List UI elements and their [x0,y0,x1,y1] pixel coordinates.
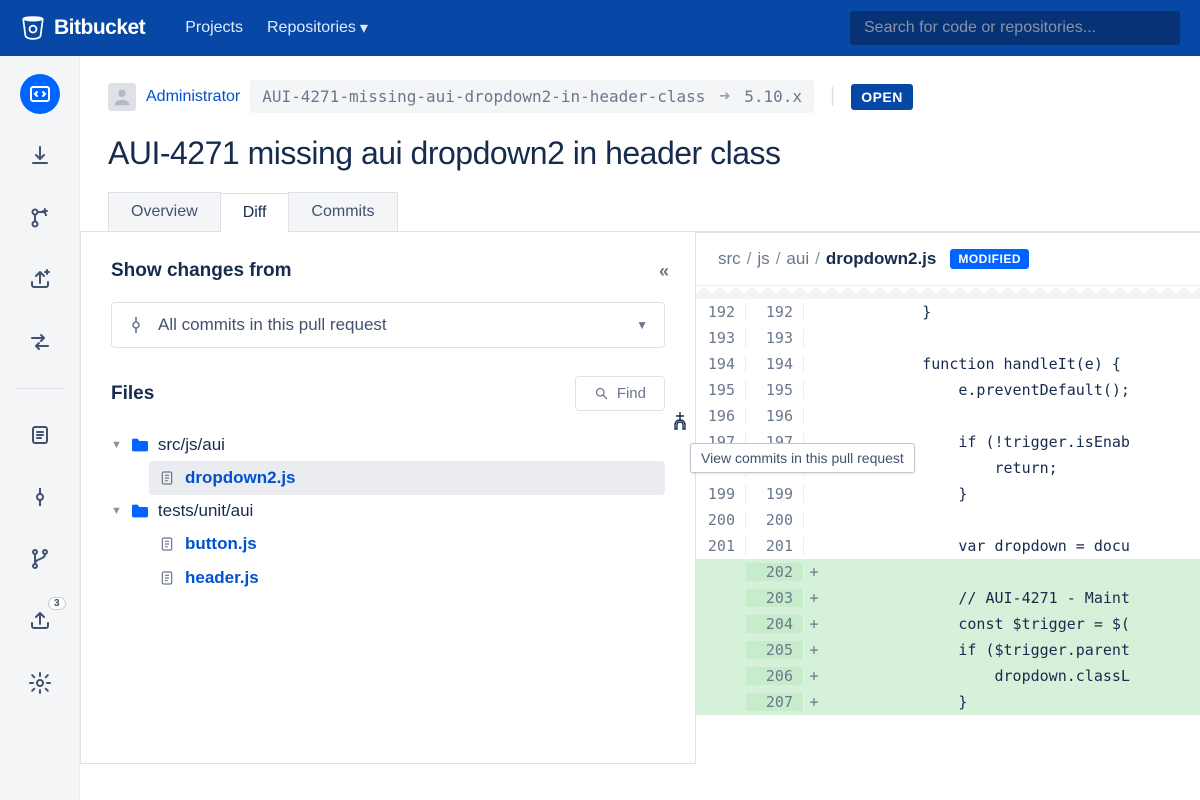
source-branch[interactable]: AUI-4271-missing-aui-dropdown2-in-header… [262,87,705,106]
code-line[interactable]: 206+ dropdown.classL [696,663,1200,689]
chevron-down-icon: ▾ [360,18,368,38]
fold-divider[interactable] [696,285,1200,299]
tab-commits[interactable]: Commits [288,192,397,231]
sidebar-commits-icon[interactable] [20,477,60,517]
file-path: src/ js/ aui/ dropdown2.js MODIFIED [696,233,1200,285]
code-line[interactable]: 192192 } [696,299,1200,325]
code-block[interactable]: 192192 }193193194194 function handleIt(e… [696,299,1200,715]
target-branch[interactable]: 5.10.x [744,87,802,106]
search-icon [594,386,609,401]
file-icon [159,569,175,587]
selector-label: All commits in this pull request [158,315,387,335]
sidebar-download-icon[interactable] [20,136,60,176]
sidebar-source-icon[interactable] [20,415,60,455]
sidebar-branches-icon[interactable] [20,539,60,579]
file-tree: ▼ src/js/aui dropdown2.js ▼ tests/unit/a… [111,429,665,595]
tooltip: View commits in this pull request [690,443,915,473]
folder-icon [130,503,150,519]
author-link[interactable]: Administrator [146,88,240,106]
code-line[interactable]: 200200 [696,507,1200,533]
sidebar-pull-requests-icon[interactable]: 3 [20,601,60,641]
caret-down-icon: ▼ [111,439,122,451]
tree-folder[interactable]: ▼ tests/unit/aui [111,495,665,527]
caret-down-icon: ▼ [636,318,648,332]
code-line[interactable]: 196196 [696,403,1200,429]
folder-icon [130,437,150,453]
separator: | [830,85,835,108]
tree-file[interactable]: header.js [149,561,665,595]
tabs: Overview Diff Commits [80,192,1200,232]
diff-viewer: src/ js/ aui/ dropdown2.js MODIFIED 1921… [696,232,1200,764]
page-title: AUI-4271 missing aui dropdown2 in header… [80,113,1200,192]
sidebar-settings-icon[interactable] [20,663,60,703]
sidebar-create-pr-icon[interactable] [20,260,60,300]
code-line[interactable]: 203+ // AUI-4271 - Maint [696,585,1200,611]
tree-folder[interactable]: ▼ src/js/aui [111,429,665,461]
main-content: Administrator AUI-4271-missing-aui-dropd… [80,56,1200,800]
code-line[interactable]: 204+ const $trigger = $( [696,611,1200,637]
tab-diff[interactable]: Diff [220,193,290,232]
sidebar-divider [16,388,64,389]
commit-selector[interactable]: All commits in this pull request ▼ [111,302,665,348]
tab-overview[interactable]: Overview [108,192,221,231]
code-line[interactable]: 194194 function handleIt(e) { [696,351,1200,377]
tree-file[interactable]: button.js [149,527,665,561]
person-icon [111,86,133,108]
sidebar-create-branch-icon[interactable] [20,198,60,238]
left-sidebar: 3 [0,56,80,800]
caret-down-icon: ▼ [111,505,122,517]
file-icon [159,469,175,487]
commit-icon [128,316,144,334]
code-line[interactable]: 201201 var dropdown = docu [696,533,1200,559]
author-avatar[interactable] [108,83,136,111]
branch-info: AUI-4271-missing-aui-dropdown2-in-header… [250,80,814,113]
pr-status-badge: OPEN [851,84,913,110]
sidebar-repo-icon[interactable] [20,74,60,114]
code-line[interactable]: 195195 e.preventDefault(); [696,377,1200,403]
files-heading: Files [111,383,154,405]
nav-projects[interactable]: Projects [185,18,243,38]
top-nav: Projects Repositories ▾ [185,18,368,38]
search-input[interactable]: Search for code or repositories... [850,11,1180,45]
sidebar-compare-icon[interactable] [20,322,60,362]
collapse-panel-icon[interactable]: « [659,261,665,282]
search-placeholder: Search for code or repositories... [864,19,1096,36]
arrow-right-icon: ➜ [719,86,730,107]
file-icon [159,535,175,553]
code-line[interactable]: 202+ [696,559,1200,585]
logo-text: Bitbucket [54,16,145,40]
bitbucket-logo[interactable]: Bitbucket [20,15,145,41]
top-header: Bitbucket Projects Repositories ▾ Search… [0,0,1200,56]
bitbucket-icon [20,15,46,41]
code-line[interactable]: 199199 } [696,481,1200,507]
find-button[interactable]: Find [575,376,665,411]
changes-panel: Show changes from « All commits in this … [80,232,696,764]
pr-count-badge: 3 [48,597,66,610]
nav-repositories[interactable]: Repositories ▾ [267,18,368,38]
breadcrumb: Administrator AUI-4271-missing-aui-dropd… [80,56,1200,113]
code-line[interactable]: 193193 [696,325,1200,351]
tree-file[interactable]: dropdown2.js [149,461,665,495]
code-line[interactable]: 205+ if ($trigger.parent [696,637,1200,663]
modified-badge: MODIFIED [950,249,1029,269]
changes-heading: Show changes from [111,260,292,282]
code-line[interactable]: 207+ } [696,689,1200,715]
